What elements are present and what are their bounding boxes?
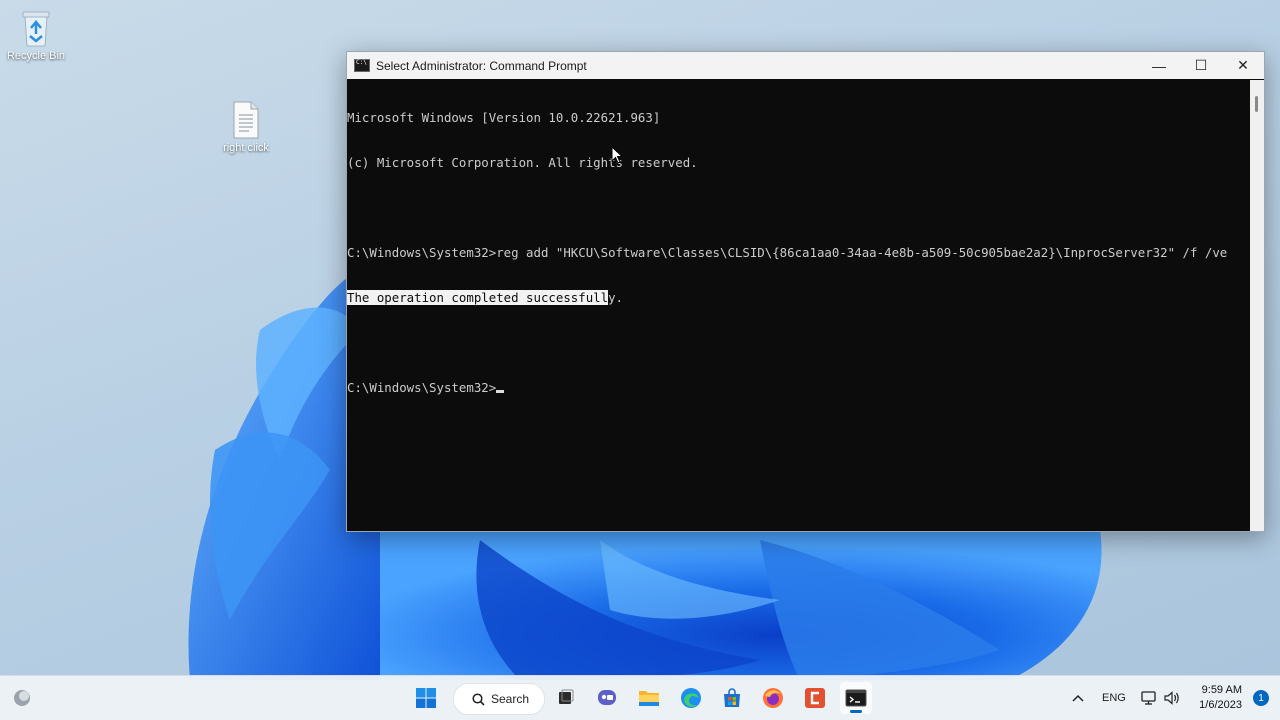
taskbar-search-box[interactable]: Search (453, 683, 545, 715)
terminal-button[interactable] (840, 682, 872, 714)
search-label: Search (491, 692, 530, 706)
start-icon (416, 688, 436, 708)
show-hidden-icons-button[interactable] (1071, 676, 1085, 720)
text-file-label: right click (223, 142, 269, 154)
unselected-text: y. (608, 290, 624, 305)
text-cursor (496, 390, 505, 393)
store-button[interactable] (716, 682, 748, 714)
vertical-scrollbar[interactable] (1250, 80, 1264, 531)
prompt: C:\Windows\System32> (347, 380, 497, 395)
close-icon: ✕ (1237, 57, 1249, 73)
clock-time: 9:59 AM (1201, 684, 1242, 696)
language-label: ENG (1102, 692, 1126, 704)
widgets-button[interactable] (6, 682, 38, 714)
chat-button[interactable] (591, 682, 623, 714)
search-icon (472, 692, 485, 706)
widgets-icon (14, 690, 30, 706)
speaker-icon (1164, 691, 1179, 705)
text-file-icon (233, 101, 259, 139)
firefox-icon (763, 688, 783, 708)
taskbar-clock[interactable]: 9:59 AM 1/6/2023 (1199, 683, 1242, 713)
console-output[interactable]: Microsoft Windows [Version 10.0.22621.96… (347, 80, 1250, 531)
console-line: Microsoft Windows [Version 10.0.22621.96… (347, 110, 661, 125)
chevron-up-icon (1072, 694, 1084, 702)
language-indicator[interactable]: ENG (1102, 676, 1126, 720)
selected-text[interactable]: The operation completed successfull (347, 290, 609, 305)
command-prompt-window[interactable]: Select Administrator: Command Prompt — ☐… (346, 51, 1265, 532)
edge-icon (681, 688, 701, 708)
file-explorer-icon (639, 691, 659, 706)
task-view-icon (559, 689, 574, 704)
command-prompt-icon (354, 59, 370, 72)
start-button[interactable] (410, 682, 442, 714)
title-bar[interactable]: Select Administrator: Command Prompt — ☐… (347, 52, 1264, 79)
minimize-button[interactable]: — (1138, 52, 1180, 79)
app-icon (805, 688, 825, 708)
recycle-bin-label: Recycle Bin (6, 50, 66, 62)
terminal-icon (845, 689, 867, 707)
close-button[interactable]: ✕ (1222, 52, 1264, 79)
maximize-icon: ☐ (1194, 57, 1208, 73)
chat-icon (598, 690, 616, 705)
scrollbar-thumb[interactable] (1255, 96, 1258, 112)
mouse-pointer-icon (611, 146, 623, 164)
taskbar: Search ENG 9:59 AM 1/6/2023 1 (0, 675, 1280, 720)
desktop-icon-recycle-bin[interactable]: Recycle Bin (0, 8, 72, 62)
task-view-button[interactable] (549, 682, 581, 714)
window-title: Select Administrator: Command Prompt (376, 58, 587, 73)
recycle-bin-icon (22, 11, 50, 47)
maximize-button[interactable]: ☐ (1180, 52, 1222, 79)
edge-button[interactable] (675, 682, 707, 714)
volume-button[interactable] (1163, 676, 1181, 720)
notification-badge[interactable]: 1 (1253, 690, 1269, 706)
clock-date: 1/6/2023 (1199, 699, 1242, 711)
store-icon (724, 688, 740, 707)
console-line: (c) Microsoft Corporation. All rights re… (347, 155, 698, 170)
minimize-icon: — (1152, 57, 1166, 74)
file-explorer-button[interactable] (633, 682, 665, 714)
desktop-icon-text-file[interactable]: right click (210, 100, 282, 154)
console-line-result: The operation completed successfully. (347, 290, 1250, 305)
firefox-button[interactable] (757, 682, 789, 714)
network-button[interactable] (1140, 676, 1158, 720)
console-prompt-line[interactable]: C:\Windows\System32> (347, 380, 1250, 395)
console-line: C:\Windows\System32>reg add "HKCU\Softwa… (347, 245, 1228, 260)
network-icon (1141, 691, 1156, 705)
app-button[interactable] (799, 682, 831, 714)
